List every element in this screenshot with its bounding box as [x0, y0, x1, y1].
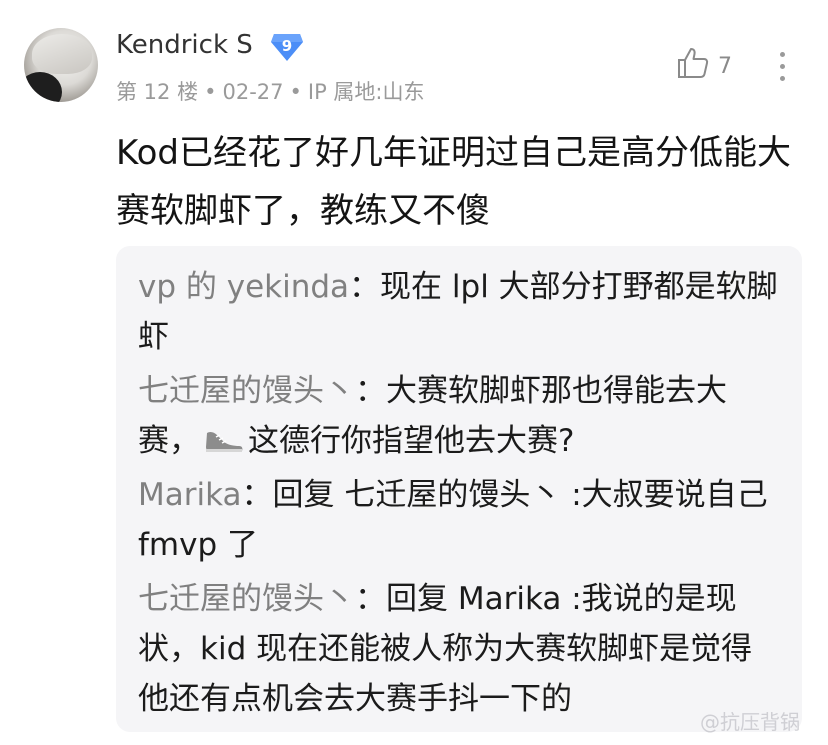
level-number: 9 [281, 37, 293, 55]
reply-text: 这德行你指望他去大赛? [248, 423, 575, 459]
reply-author[interactable]: 七迁屋的馒头丶 [138, 373, 355, 409]
username[interactable]: Kendrick S [116, 30, 253, 60]
more-dot [780, 52, 785, 57]
post-date: 02-27 [222, 80, 284, 104]
meta-separator: • [289, 80, 302, 104]
more-dot [780, 64, 785, 69]
meta-separator: • [204, 80, 217, 104]
more-dot [780, 76, 785, 81]
reply-author[interactable]: 七迁屋的馒头丶 [138, 581, 355, 617]
level-badge-icon: 9 [270, 32, 304, 62]
reply-item[interactable]: vp 的 yekinda：现在 lpl 大部分打野都是软脚虾 [138, 262, 780, 362]
reply-item[interactable]: Marika：回复 七迁屋的馒头丶 :大叔要说自己 fmvp 了 [138, 470, 780, 570]
reply-author[interactable]: Marika [138, 477, 242, 513]
watermark: @抗压背锅 [700, 710, 800, 734]
shoe-emoji-icon [204, 420, 244, 452]
post-meta: 第 12 楼 • 02-27 • IP 属地:山东 [116, 76, 425, 106]
floor-number: 第 12 楼 [116, 80, 199, 104]
reply-item[interactable]: 七迁屋的馒头丶：大赛软脚虾那也得能去大赛， 这德行你指望他去大赛? [138, 366, 780, 466]
thumbs-up-icon [678, 48, 709, 78]
more-vertical-icon[interactable] [772, 46, 792, 86]
avatar-hair [32, 34, 92, 74]
reply-author[interactable]: vp 的 yekinda [138, 269, 349, 305]
reply-item[interactable]: 七迁屋的馒头丶：回复 Marika :我说的是现状，kid 现在还能被人称为大赛… [138, 574, 780, 724]
ip-location: IP 属地:山东 [307, 80, 425, 104]
like-button[interactable]: 7 [676, 46, 746, 86]
avatar-shadow [24, 72, 62, 102]
reply-thread[interactable]: vp 的 yekinda：现在 lpl 大部分打野都是软脚虾 七迁屋的馒头丶：大… [116, 246, 802, 732]
post-content: Kod已经花了好几年证明过自己是高分低能大赛软脚虾了，教练又不傻 [116, 133, 791, 231]
reply-separator: ： [355, 373, 386, 409]
like-count: 7 [718, 54, 732, 79]
reply-separator: ： [355, 581, 386, 617]
reply-separator: ： [241, 477, 273, 513]
reply-separator: ： [349, 269, 381, 305]
avatar[interactable] [24, 28, 98, 102]
